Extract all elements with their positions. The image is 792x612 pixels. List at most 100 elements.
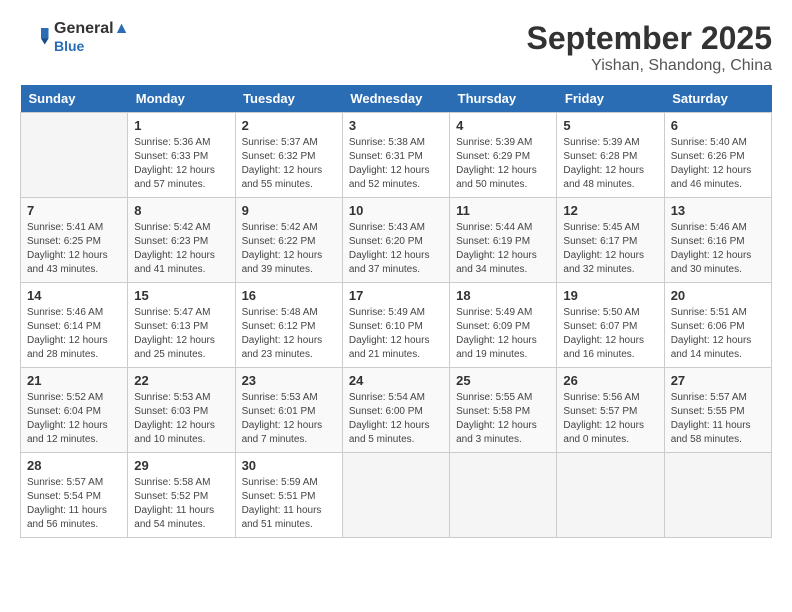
day-number: 30 bbox=[242, 458, 336, 473]
day-of-week-header: Tuesday bbox=[235, 85, 342, 113]
day-info: Sunrise: 5:45 AM Sunset: 6:17 PM Dayligh… bbox=[563, 221, 657, 277]
day-info: Sunrise: 5:57 AM Sunset: 5:55 PM Dayligh… bbox=[671, 391, 765, 447]
day-info: Sunrise: 5:42 AM Sunset: 6:23 PM Dayligh… bbox=[134, 221, 228, 277]
calendar-cell: 10 Sunrise: 5:43 AM Sunset: 6:20 PM Dayli… bbox=[342, 198, 449, 283]
calendar-cell bbox=[450, 453, 557, 538]
calendar-cell: 7Sunrise: 5:41 AM Sunset: 6:25 PM Daylig… bbox=[21, 198, 128, 283]
logo-icon bbox=[20, 22, 50, 52]
day-number: 22 bbox=[134, 373, 228, 388]
day-info: Sunrise: 5:49 AM Sunset: 6:10 PM Dayligh… bbox=[349, 306, 443, 362]
calendar-cell: 8 Sunrise: 5:42 AM Sunset: 6:23 PM Daylig… bbox=[128, 198, 235, 283]
calendar-cell bbox=[21, 113, 128, 198]
day-number: 25 bbox=[456, 373, 550, 388]
day-info: Sunrise: 5:50 AM Sunset: 6:07 PM Dayligh… bbox=[563, 306, 657, 362]
day-info: Sunrise: 5:53 AM Sunset: 6:01 PM Dayligh… bbox=[242, 391, 336, 447]
day-number: 9 bbox=[242, 203, 336, 218]
day-of-week-header: Thursday bbox=[450, 85, 557, 113]
day-number: 6 bbox=[671, 118, 765, 133]
day-info: Sunrise: 5:39 AM Sunset: 6:29 PM Dayligh… bbox=[456, 136, 550, 192]
day-number: 2 bbox=[242, 118, 336, 133]
day-number: 28 bbox=[27, 458, 121, 473]
day-of-week-header: Saturday bbox=[664, 85, 771, 113]
calendar-cell: 3 Sunrise: 5:38 AM Sunset: 6:31 PM Daylig… bbox=[342, 113, 449, 198]
day-info: Sunrise: 5:59 AM Sunset: 5:51 PM Dayligh… bbox=[242, 476, 336, 532]
day-info: Sunrise: 5:46 AM Sunset: 6:14 PM Dayligh… bbox=[27, 306, 121, 362]
day-info: Sunrise: 5:55 AM Sunset: 5:58 PM Dayligh… bbox=[456, 391, 550, 447]
day-of-week-header: Monday bbox=[128, 85, 235, 113]
day-number: 12 bbox=[563, 203, 657, 218]
day-info: Sunrise: 5:57 AM Sunset: 5:54 PM Dayligh… bbox=[27, 476, 121, 532]
calendar-week-row: 28 Sunrise: 5:57 AM Sunset: 5:54 PM Dayli… bbox=[21, 453, 772, 538]
day-number: 20 bbox=[671, 288, 765, 303]
calendar-cell: 18 Sunrise: 5:49 AM Sunset: 6:09 PM Dayli… bbox=[450, 283, 557, 368]
calendar-cell: 16 Sunrise: 5:48 AM Sunset: 6:12 PM Dayli… bbox=[235, 283, 342, 368]
day-number: 21 bbox=[27, 373, 121, 388]
day-number: 15 bbox=[134, 288, 228, 303]
calendar-cell: 27 Sunrise: 5:57 AM Sunset: 5:55 PM Dayli… bbox=[664, 368, 771, 453]
day-number: 11 bbox=[456, 203, 550, 218]
calendar-cell: 6 Sunrise: 5:40 AM Sunset: 6:26 PM Daylig… bbox=[664, 113, 771, 198]
day-info: Sunrise: 5:47 AM Sunset: 6:13 PM Dayligh… bbox=[134, 306, 228, 362]
day-number: 18 bbox=[456, 288, 550, 303]
logo-text: General▲ Blue bbox=[54, 20, 129, 54]
calendar-week-row: 7Sunrise: 5:41 AM Sunset: 6:25 PM Daylig… bbox=[21, 198, 772, 283]
day-info: Sunrise: 5:38 AM Sunset: 6:31 PM Dayligh… bbox=[349, 136, 443, 192]
calendar-cell: 4Sunrise: 5:39 AM Sunset: 6:29 PM Daylig… bbox=[450, 113, 557, 198]
day-info: Sunrise: 5:48 AM Sunset: 6:12 PM Dayligh… bbox=[242, 306, 336, 362]
calendar-cell: 23 Sunrise: 5:53 AM Sunset: 6:01 PM Dayli… bbox=[235, 368, 342, 453]
calendar-cell: 17 Sunrise: 5:49 AM Sunset: 6:10 PM Dayli… bbox=[342, 283, 449, 368]
calendar-cell: 14 Sunrise: 5:46 AM Sunset: 6:14 PM Dayli… bbox=[21, 283, 128, 368]
calendar-cell: 19Sunrise: 5:50 AM Sunset: 6:07 PM Dayli… bbox=[557, 283, 664, 368]
day-info: Sunrise: 5:53 AM Sunset: 6:03 PM Dayligh… bbox=[134, 391, 228, 447]
day-of-week-header: Friday bbox=[557, 85, 664, 113]
calendar-cell: 2 Sunrise: 5:37 AM Sunset: 6:32 PM Daylig… bbox=[235, 113, 342, 198]
calendar-week-row: 1 Sunrise: 5:36 AM Sunset: 6:33 PM Daylig… bbox=[21, 113, 772, 198]
day-info: Sunrise: 5:39 AM Sunset: 6:28 PM Dayligh… bbox=[563, 136, 657, 192]
calendar-cell bbox=[664, 453, 771, 538]
day-info: Sunrise: 5:46 AM Sunset: 6:16 PM Dayligh… bbox=[671, 221, 765, 277]
page-header: General▲ Blue September 2025 Yishan, Sha… bbox=[20, 20, 772, 75]
day-number: 14 bbox=[27, 288, 121, 303]
day-number: 24 bbox=[349, 373, 443, 388]
day-info: Sunrise: 5:36 AM Sunset: 6:33 PM Dayligh… bbox=[134, 136, 228, 192]
calendar-cell: 13 Sunrise: 5:46 AM Sunset: 6:16 PM Dayli… bbox=[664, 198, 771, 283]
calendar-cell: 29Sunrise: 5:58 AM Sunset: 5:52 PM Dayli… bbox=[128, 453, 235, 538]
day-info: Sunrise: 5:52 AM Sunset: 6:04 PM Dayligh… bbox=[27, 391, 121, 447]
day-info: Sunrise: 5:43 AM Sunset: 6:20 PM Dayligh… bbox=[349, 221, 443, 277]
calendar-table: SundayMondayTuesdayWednesdayThursdayFrid… bbox=[20, 85, 772, 538]
calendar-cell: 24Sunrise: 5:54 AM Sunset: 6:00 PM Dayli… bbox=[342, 368, 449, 453]
day-info: Sunrise: 5:58 AM Sunset: 5:52 PM Dayligh… bbox=[134, 476, 228, 532]
day-number: 17 bbox=[349, 288, 443, 303]
calendar-cell: 9Sunrise: 5:42 AM Sunset: 6:22 PM Daylig… bbox=[235, 198, 342, 283]
calendar-cell: 12 Sunrise: 5:45 AM Sunset: 6:17 PM Dayli… bbox=[557, 198, 664, 283]
calendar-cell: 15 Sunrise: 5:47 AM Sunset: 6:13 PM Dayli… bbox=[128, 283, 235, 368]
day-number: 26 bbox=[563, 373, 657, 388]
day-number: 27 bbox=[671, 373, 765, 388]
day-number: 1 bbox=[134, 118, 228, 133]
day-info: Sunrise: 5:44 AM Sunset: 6:19 PM Dayligh… bbox=[456, 221, 550, 277]
day-of-week-header: Wednesday bbox=[342, 85, 449, 113]
calendar-week-row: 21 Sunrise: 5:52 AM Sunset: 6:04 PM Dayli… bbox=[21, 368, 772, 453]
day-number: 7 bbox=[27, 203, 121, 218]
day-info: Sunrise: 5:40 AM Sunset: 6:26 PM Dayligh… bbox=[671, 136, 765, 192]
day-info: Sunrise: 5:37 AM Sunset: 6:32 PM Dayligh… bbox=[242, 136, 336, 192]
day-number: 8 bbox=[134, 203, 228, 218]
calendar-cell: 21 Sunrise: 5:52 AM Sunset: 6:04 PM Dayli… bbox=[21, 368, 128, 453]
day-number: 23 bbox=[242, 373, 336, 388]
day-info: Sunrise: 5:51 AM Sunset: 6:06 PM Dayligh… bbox=[671, 306, 765, 362]
day-number: 13 bbox=[671, 203, 765, 218]
calendar-cell: 11 Sunrise: 5:44 AM Sunset: 6:19 PM Dayli… bbox=[450, 198, 557, 283]
day-number: 16 bbox=[242, 288, 336, 303]
calendar-cell: 20 Sunrise: 5:51 AM Sunset: 6:06 PM Dayli… bbox=[664, 283, 771, 368]
calendar-header-row: SundayMondayTuesdayWednesdayThursdayFrid… bbox=[21, 85, 772, 113]
calendar-cell: 30 Sunrise: 5:59 AM Sunset: 5:51 PM Dayli… bbox=[235, 453, 342, 538]
day-info: Sunrise: 5:56 AM Sunset: 5:57 PM Dayligh… bbox=[563, 391, 657, 447]
day-number: 3 bbox=[349, 118, 443, 133]
main-title: September 2025 bbox=[527, 20, 772, 57]
calendar-cell bbox=[557, 453, 664, 538]
calendar-cell: 22 Sunrise: 5:53 AM Sunset: 6:03 PM Dayli… bbox=[128, 368, 235, 453]
day-of-week-header: Sunday bbox=[21, 85, 128, 113]
day-info: Sunrise: 5:49 AM Sunset: 6:09 PM Dayligh… bbox=[456, 306, 550, 362]
day-number: 10 bbox=[349, 203, 443, 218]
calendar-cell: 25 Sunrise: 5:55 AM Sunset: 5:58 PM Dayli… bbox=[450, 368, 557, 453]
